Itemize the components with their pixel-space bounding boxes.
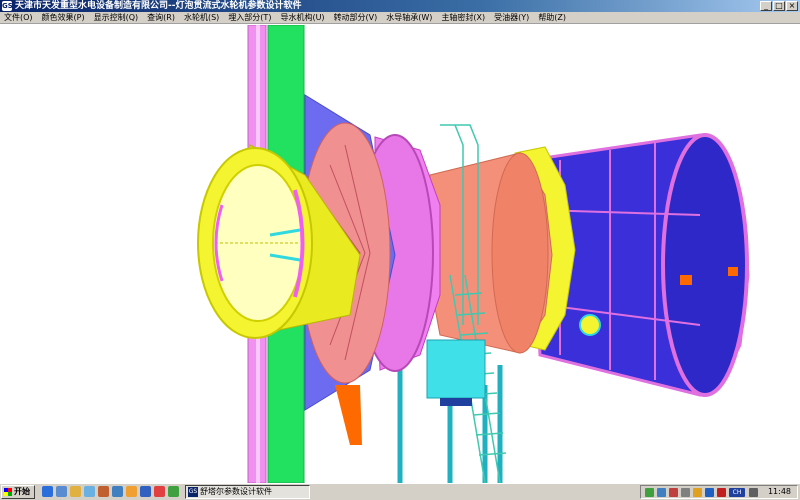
menu-display-control[interactable]: 显示控制(Q) — [90, 12, 144, 23]
menu-oil-receiver[interactable]: 受油器(Y) — [490, 12, 534, 23]
ie-icon[interactable] — [42, 486, 53, 497]
turbine-3d-model — [197, 25, 750, 483]
menu-file[interactable]: 文件(O) — [0, 12, 38, 23]
runner-shroud — [424, 152, 553, 354]
menu-help[interactable]: 帮助(Z) — [534, 12, 571, 23]
taskbar-task-item[interactable]: GS 舒塔尔参数设计软件 — [185, 485, 310, 499]
clock: 11:48 — [767, 487, 791, 496]
quicklaunch-app-icon[interactable] — [154, 486, 165, 497]
taskbar: 开始 GS 舒塔尔参数设计软件 CH 11:48 — [0, 483, 800, 500]
minimize-button[interactable]: _ — [760, 1, 772, 11]
orange-support — [335, 385, 362, 445]
system-tray: CH 11:48 — [640, 485, 798, 499]
quicklaunch-app-icon[interactable] — [168, 486, 179, 497]
quicklaunch-app-icon[interactable] — [98, 486, 109, 497]
tray-app-icon[interactable] — [705, 488, 714, 497]
tray-app-icon[interactable] — [693, 488, 702, 497]
desktop-icon[interactable] — [56, 486, 67, 497]
quicklaunch-app-icon[interactable] — [126, 486, 137, 497]
tray-app-icon[interactable] — [717, 488, 726, 497]
menu-embedded-parts[interactable]: 埋入部分(T) — [224, 12, 276, 23]
menu-shaft-seal[interactable]: 主轴密封(X) — [437, 12, 490, 23]
model-viewport[interactable] — [0, 25, 800, 483]
menu-turbine[interactable]: 水轮机(S) — [180, 12, 224, 23]
menu-rotating-parts[interactable]: 转动部分(V) — [330, 12, 383, 23]
language-icon[interactable]: CH — [729, 488, 745, 497]
maximize-button[interactable]: □ — [773, 1, 785, 11]
menu-guide-mechanism[interactable]: 导水机构(U) — [276, 12, 329, 23]
tray-app-icon[interactable] — [669, 488, 678, 497]
quicklaunch-app-icon[interactable] — [84, 486, 95, 497]
menu-bar: 文件(O) 颜色效果(P) 显示控制(Q) 查询(R) 水轮机(S) 埋入部分(… — [0, 12, 800, 24]
app-icon: GS — [188, 487, 198, 497]
title-bar[interactable]: GS 天津市天发重型水电设备制造有限公司--灯泡贯流式水轮机参数设计软件 _ □… — [0, 0, 800, 12]
quicklaunch-app-icon[interactable] — [112, 486, 123, 497]
menu-color-effects[interactable]: 颜色效果(P) — [38, 12, 90, 23]
menu-query[interactable]: 查询(R) — [143, 12, 180, 23]
menu-guide-bearing[interactable]: 水导轴承(W) — [382, 12, 437, 23]
explorer-icon[interactable] — [70, 486, 81, 497]
window-title: 天津市天发重型水电设备制造有限公司--灯泡贯流式水轮机参数设计软件 — [15, 1, 302, 11]
start-button[interactable]: 开始 — [1, 485, 35, 499]
volume-icon[interactable] — [681, 488, 690, 497]
task-item-label: 舒塔尔参数设计软件 — [200, 487, 272, 496]
start-label: 开始 — [14, 487, 30, 496]
network-icon[interactable] — [645, 488, 654, 497]
window-controls: _ □ × — [760, 1, 798, 11]
tray-app-icon[interactable] — [657, 488, 666, 497]
tray-app-icon[interactable] — [749, 488, 758, 497]
close-button[interactable]: × — [786, 1, 798, 11]
quicklaunch-app-icon[interactable] — [140, 486, 151, 497]
oil-tank — [426, 339, 486, 406]
start-flag-icon — [4, 488, 12, 496]
app-icon[interactable]: GS — [2, 1, 13, 11]
